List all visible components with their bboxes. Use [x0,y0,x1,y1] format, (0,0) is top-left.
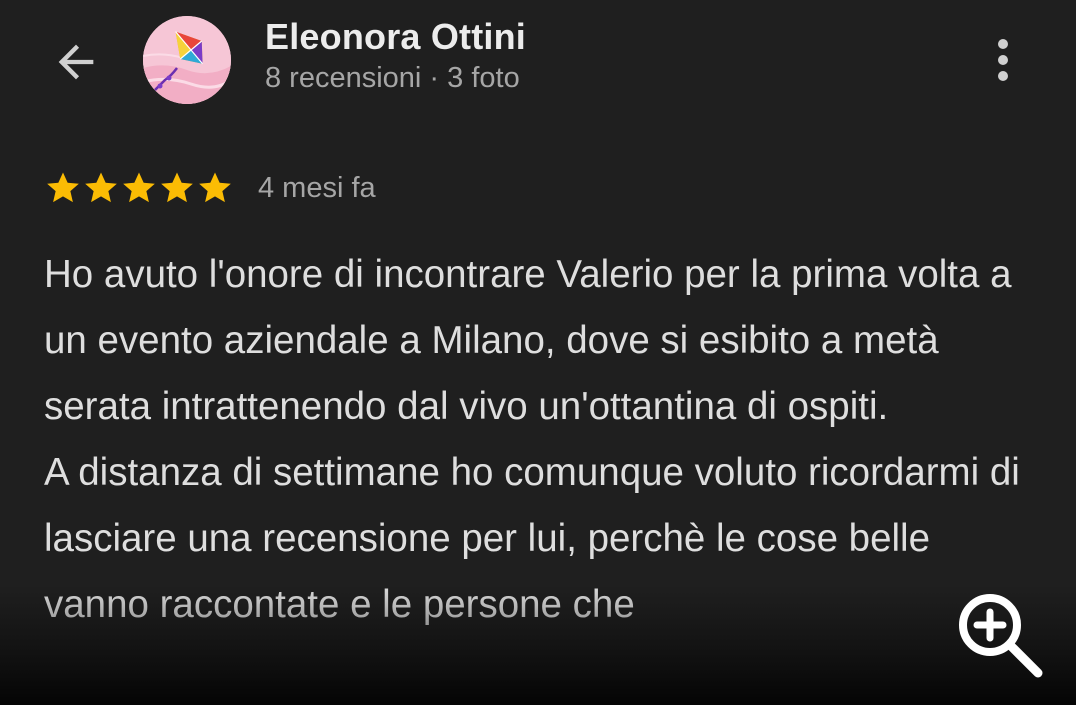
kite-avatar-icon [143,16,231,104]
zoom-button[interactable] [950,585,1050,685]
review-text[interactable]: Ho avuto l'onore di incontrare Valerio p… [44,242,1044,638]
review-paragraph-2: A distanza di settimane ho comunque volu… [44,451,1020,626]
review-date: 4 mesi fa [258,171,376,204]
star-icon [123,172,155,203]
review-paragraph-1: Ho avuto l'onore di incontrare Valerio p… [44,253,1012,428]
more-options-button[interactable] [978,30,1028,90]
back-button[interactable] [44,30,108,94]
reviewer-name[interactable]: Eleonora Ottini [265,16,526,58]
star-icon [161,172,193,203]
star-icon [47,172,79,203]
more-vert-icon [998,39,1008,81]
star-rating [44,169,234,207]
review-screen: Eleonora Ottini 8 recensioni · 3 foto 4 … [0,0,1076,705]
avatar[interactable] [143,16,231,104]
star-icon [85,172,117,203]
zoom-in-icon [959,594,1043,678]
arrow-back-icon [58,44,94,80]
star-icon [199,172,231,203]
reviewer-meta: 8 recensioni · 3 foto [265,62,520,94]
rating-row: 4 mesi fa [44,168,376,208]
